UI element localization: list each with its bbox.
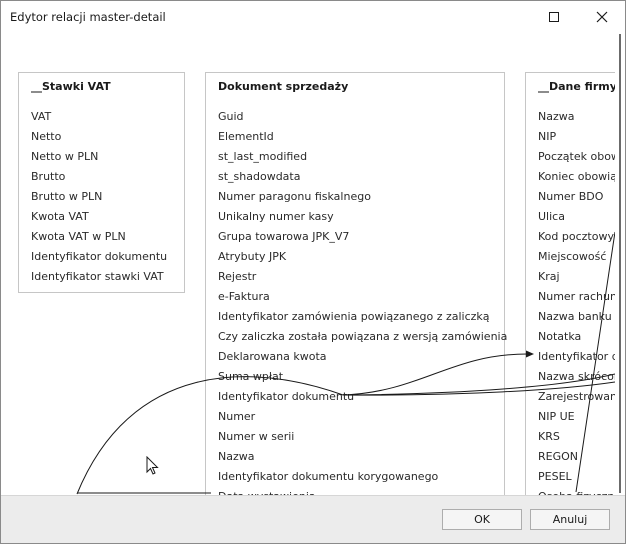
scrollbar-thumb[interactable]: [619, 34, 621, 493]
close-icon: [596, 11, 608, 22]
vertical-scrollbar[interactable]: [615, 32, 625, 495]
ok-button[interactable]: OK: [442, 509, 522, 530]
cancel-button[interactable]: Anuluj: [530, 509, 610, 530]
relation-line-firmy-b: [342, 381, 615, 396]
close-button[interactable]: [579, 1, 625, 32]
maximize-icon: [549, 11, 559, 22]
dialog-footer: OK Anuluj: [1, 495, 625, 543]
relation-canvas[interactable]: __Stawki VAT VAT Netto Netto w PLN Brutto Br…: [1, 32, 625, 495]
relation-line-firmy-a: [342, 373, 615, 396]
relation-line-firmy-identyfikator: [342, 353, 528, 396]
title-bar[interactable]: Edytor relacji master-detail: [1, 1, 625, 32]
relation-line-firmy-c: [575, 231, 615, 493]
maximize-button[interactable]: [531, 1, 577, 32]
mouse-pointer-icon: [146, 456, 159, 475]
window-title: Edytor relacji master-detail: [10, 10, 166, 24]
arrowhead-icon: [526, 350, 534, 358]
relation-line-stawki: [76, 376, 344, 495]
master-detail-editor-window: Edytor relacji master-detail __Stawki VA…: [0, 0, 626, 544]
relation-lines: [76, 231, 615, 495]
